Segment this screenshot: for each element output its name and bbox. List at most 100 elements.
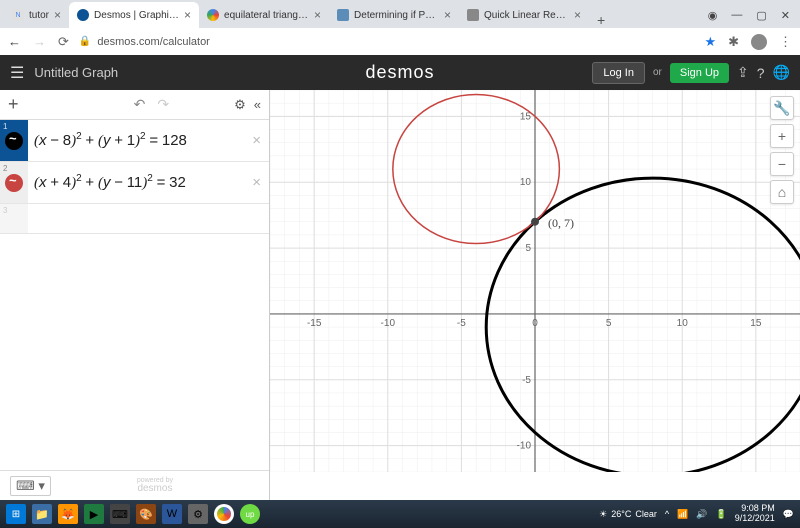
expression-number: 2: [3, 164, 7, 173]
graph-area[interactable]: -15-10-5051015-10-551015 🔧 + − ⌂ (0, 7): [270, 90, 800, 500]
graph-controls: 🔧 + − ⌂: [770, 96, 794, 204]
powered-by: powered by desmos: [137, 477, 173, 494]
expression-row-empty[interactable]: 3: [0, 204, 269, 234]
browser-tab-active[interactable]: Desmos | Graphing C ×: [69, 2, 199, 28]
close-icon[interactable]: ×: [574, 8, 581, 22]
share-icon[interactable]: ⇪: [737, 64, 749, 81]
stop-icon[interactable]: ◉: [708, 9, 718, 22]
expression-color-icon[interactable]: [5, 132, 23, 150]
svg-text:-5: -5: [457, 318, 466, 329]
home-button[interactable]: ⌂: [770, 180, 794, 204]
expression-sidebar[interactable]: 2: [0, 162, 28, 203]
close-window-icon[interactable]: ✕: [781, 9, 790, 22]
undo-redo: ↶ ↷: [84, 96, 169, 113]
extension-icon[interactable]: ✱: [728, 34, 739, 50]
expression-sidebar[interactable]: 1: [0, 120, 28, 161]
browser-tab[interactable]: Determining if Polyn ×: [329, 2, 459, 28]
undo-button[interactable]: ↶: [134, 96, 146, 113]
graph-canvas[interactable]: -15-10-5051015-10-551015: [270, 90, 800, 472]
reload-button[interactable]: ⟳: [58, 34, 69, 50]
graph-title[interactable]: Untitled Graph: [34, 65, 118, 80]
delete-expression-icon[interactable]: ×: [244, 132, 269, 149]
back-button[interactable]: ←: [8, 34, 21, 50]
tab-title: Desmos | Graphing C: [94, 10, 179, 21]
bookmark-star-icon[interactable]: ★: [704, 34, 716, 50]
forward-button[interactable]: →: [33, 34, 46, 50]
weather-widget[interactable]: ☀ 26°C Clear: [599, 509, 657, 520]
wrench-icon[interactable]: 🔧: [770, 96, 794, 120]
keyboard-toggle-icon[interactable]: ⌨ ▾: [10, 476, 51, 496]
wifi-icon[interactable]: 📶: [677, 509, 688, 520]
svg-text:15: 15: [520, 111, 532, 122]
hamburger-menu-icon[interactable]: ☰: [10, 63, 24, 83]
svg-text:15: 15: [750, 318, 762, 329]
browser-tab[interactable]: N tutor ×: [4, 2, 69, 28]
taskbar-app-icon[interactable]: up: [240, 504, 260, 524]
tab-title: tutor: [29, 10, 49, 21]
svg-text:5: 5: [606, 318, 612, 329]
browser-tab[interactable]: Quick Linear Regress ×: [459, 2, 589, 28]
svg-text:10: 10: [520, 177, 532, 188]
browser-tab[interactable]: equilateral triangle tr ×: [199, 2, 329, 28]
svg-text:-5: -5: [522, 375, 531, 386]
main-area: + ↶ ↷ ⚙ « 1 (x − 8)2 + (y + 1)2 = 128 × …: [0, 90, 800, 500]
expression-color-icon[interactable]: [5, 174, 23, 192]
taskbar-app-icon[interactable]: 🎨: [136, 504, 156, 524]
language-icon[interactable]: 🌐: [773, 64, 790, 81]
start-button[interactable]: ⊞: [6, 504, 26, 524]
expression-formula[interactable]: (x − 8)2 + (y + 1)2 = 128: [28, 123, 244, 158]
clock-time: 9:08 PM: [735, 504, 775, 514]
tab-title: Quick Linear Regress: [484, 10, 569, 21]
url-field[interactable]: 🔒 desmos.com/calculator: [79, 36, 695, 48]
expression-number: 3: [3, 206, 7, 215]
battery-icon[interactable]: 🔋: [716, 509, 727, 520]
favicon-icon: [467, 9, 479, 21]
signup-button[interactable]: Sign Up: [670, 63, 729, 83]
expression-sidebar: 3: [0, 204, 28, 233]
expression-formula[interactable]: (x + 4)2 + (y − 11)2 = 32: [28, 165, 244, 200]
browser-chrome: N tutor × Desmos | Graphing C × equilate…: [0, 0, 800, 55]
expression-panel: + ↶ ↷ ⚙ « 1 (x − 8)2 + (y + 1)2 = 128 × …: [0, 90, 270, 500]
delete-expression-icon[interactable]: ×: [244, 174, 269, 191]
favicon-icon: [207, 9, 219, 21]
add-expression-button[interactable]: +: [8, 94, 19, 115]
taskbar-app-icon[interactable]: 📁: [32, 504, 52, 524]
collapse-panel-icon[interactable]: «: [254, 97, 261, 112]
svg-text:10: 10: [677, 318, 689, 329]
close-icon[interactable]: ×: [54, 8, 61, 22]
menu-icon[interactable]: ⋮: [779, 34, 792, 50]
profile-icon[interactable]: [751, 34, 767, 50]
taskbar-app-icon[interactable]: ⌨: [110, 504, 130, 524]
minimize-icon[interactable]: —: [731, 9, 742, 21]
notifications-icon[interactable]: 💬: [783, 509, 794, 520]
maximize-icon[interactable]: ▢: [756, 9, 766, 22]
taskbar-app-icon[interactable]: 🦊: [58, 504, 78, 524]
svg-text:-15: -15: [307, 318, 322, 329]
login-button[interactable]: Log In: [592, 62, 645, 84]
taskbar-app-icon[interactable]: W: [162, 504, 182, 524]
windows-taskbar: ⊞ 📁 🦊 ▶ ⌨ 🎨 W ⚙ up ☀ 26°C Clear ^ 📶 🔊 🔋 …: [0, 500, 800, 528]
expression-row[interactable]: 1 (x − 8)2 + (y + 1)2 = 128 ×: [0, 120, 269, 162]
expression-row[interactable]: 2 (x + 4)2 + (y − 11)2 = 32 ×: [0, 162, 269, 204]
tab-bar: N tutor × Desmos | Graphing C × equilate…: [0, 0, 800, 28]
help-icon[interactable]: ?: [757, 65, 765, 81]
taskbar-app-icon[interactable]: ⚙: [188, 504, 208, 524]
favicon-icon: [337, 9, 349, 21]
favicon-icon: [77, 9, 89, 21]
url-text: desmos.com/calculator: [97, 36, 210, 48]
tray-chevron-icon[interactable]: ^: [665, 509, 669, 519]
taskbar-app-icon[interactable]: [214, 504, 234, 524]
close-icon[interactable]: ×: [314, 8, 321, 22]
expression-formula[interactable]: [28, 211, 269, 227]
close-icon[interactable]: ×: [184, 8, 191, 22]
settings-icon[interactable]: ⚙: [234, 97, 246, 113]
redo-button[interactable]: ↷: [157, 96, 169, 113]
zoom-in-button[interactable]: +: [770, 124, 794, 148]
zoom-out-button[interactable]: −: [770, 152, 794, 176]
new-tab-button[interactable]: +: [589, 12, 613, 28]
tab-title: equilateral triangle tr: [224, 10, 309, 21]
system-clock[interactable]: 9:08 PM 9/12/2021: [735, 504, 775, 524]
close-icon[interactable]: ×: [444, 8, 451, 22]
taskbar-app-icon[interactable]: ▶: [84, 504, 104, 524]
volume-icon[interactable]: 🔊: [696, 509, 707, 520]
